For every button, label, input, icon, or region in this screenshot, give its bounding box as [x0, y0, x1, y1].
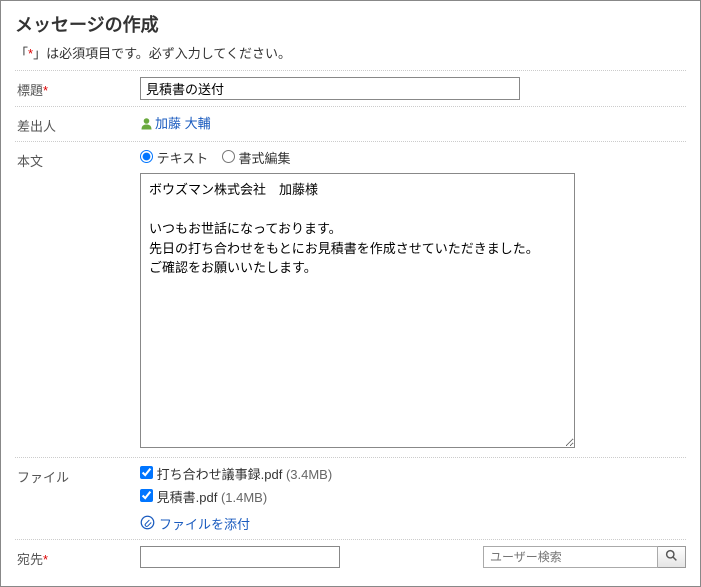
required-note: 「*」は必須項目です。必ず入力してください。 [15, 43, 686, 62]
label-recipient: 宛先* [15, 546, 140, 568]
sender-link[interactable]: 加藤 大輔 [140, 116, 211, 131]
label-body: 本文 [15, 148, 140, 170]
body-format-radios: テキスト 書式編集 [140, 148, 686, 167]
label-recipient-text: 宛先 [17, 552, 43, 567]
file-item: 見積書.pdf (1.4MB) [140, 487, 686, 506]
row-body: 本文 テキスト 書式編集 [15, 141, 686, 457]
required-note-pre: 「 [15, 46, 28, 61]
row-recipient: 宛先* [15, 539, 686, 574]
radio-text[interactable] [140, 150, 153, 163]
person-icon [140, 117, 153, 133]
row-file: ファイル 打ち合わせ議事録.pdf (3.4MB) 見積書.pdf (1.4MB… [15, 457, 686, 539]
file-item: 打ち合わせ議事録.pdf (3.4MB) [140, 464, 686, 483]
user-search-button[interactable] [658, 546, 686, 568]
radio-rich-text: 書式編集 [239, 151, 291, 166]
label-subject-text: 標題 [17, 83, 43, 98]
radio-text-text: テキスト [157, 151, 209, 166]
label-file: ファイル [15, 464, 140, 486]
required-mark: * [43, 83, 48, 98]
file-size: (3.4MB) [286, 467, 332, 482]
sender-name: 加藤 大輔 [155, 116, 211, 131]
file-name: 打ち合わせ議事録.pdf [157, 467, 283, 482]
subject-input[interactable] [140, 77, 520, 100]
radio-rich-label[interactable]: 書式編集 [222, 151, 291, 166]
file-checkbox[interactable] [140, 466, 153, 479]
file-name: 見積書.pdf [157, 490, 218, 505]
file-checkbox[interactable] [140, 489, 153, 502]
file-size: (1.4MB) [221, 490, 267, 505]
user-search-input[interactable] [483, 546, 658, 568]
page-title: メッセージの作成 [15, 11, 686, 37]
required-note-post: 」は必須項目です。必ず入力してください。 [33, 46, 291, 61]
body-textarea[interactable] [140, 173, 575, 448]
attach-label-text: ファイルを添付 [159, 514, 250, 533]
label-subject: 標題* [15, 77, 140, 99]
paperclip-icon [140, 515, 155, 533]
label-sender: 差出人 [15, 113, 140, 135]
radio-text-label[interactable]: テキスト [140, 151, 208, 166]
radio-rich[interactable] [222, 150, 235, 163]
recipient-input[interactable] [140, 546, 340, 568]
attach-file-link[interactable]: ファイルを添付 [140, 514, 250, 533]
required-mark: * [43, 552, 48, 567]
row-sender: 差出人 加藤 大輔 [15, 106, 686, 141]
row-subject: 標題* [15, 70, 686, 106]
search-icon [665, 549, 678, 565]
